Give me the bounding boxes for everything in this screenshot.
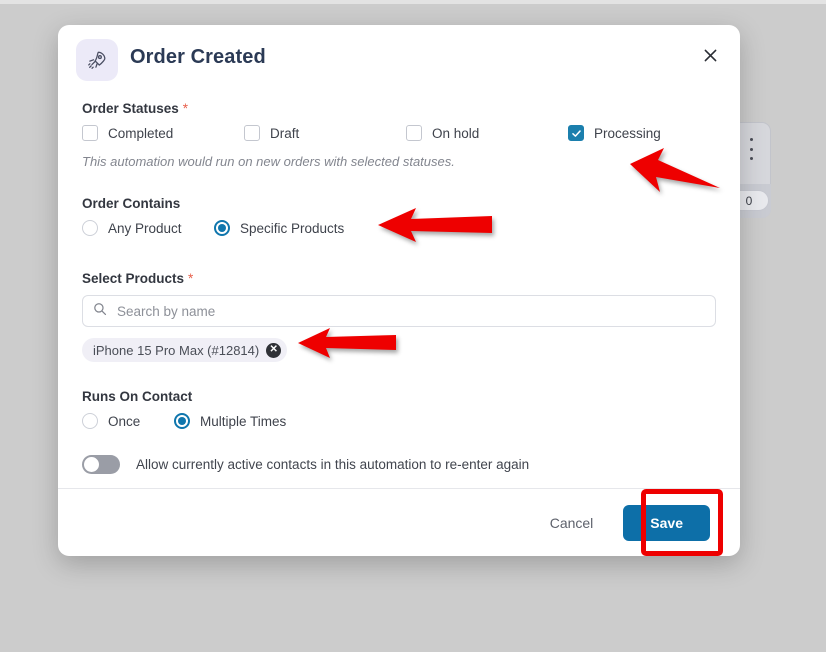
- radio-circle-multiple-times[interactable]: [174, 413, 190, 429]
- checkbox-completed[interactable]: Completed: [82, 125, 173, 141]
- modal-header: Order Created: [58, 25, 740, 101]
- top-strip: [0, 0, 826, 4]
- checkbox-box-on-hold[interactable]: [406, 125, 422, 141]
- checkbox-on-hold[interactable]: On hold: [406, 125, 479, 141]
- order-contains-label: Order Contains: [82, 196, 181, 211]
- checkbox-label-draft: Draft: [270, 125, 300, 141]
- cancel-button[interactable]: Cancel: [550, 515, 594, 531]
- radio-specific-products[interactable]: Specific Products: [214, 220, 344, 236]
- checkbox-box-completed[interactable]: [82, 125, 98, 141]
- radio-label-any-product: Any Product: [108, 220, 182, 236]
- checkbox-label-on-hold: On hold: [432, 125, 480, 141]
- product-chip: iPhone 15 Pro Max (#12814) ✕: [82, 338, 288, 362]
- checkbox-processing[interactable]: Processing: [568, 125, 661, 141]
- modal-footer: Cancel Save: [58, 488, 740, 556]
- close-icon[interactable]: [696, 41, 724, 69]
- search-input-wrapper[interactable]: [82, 295, 716, 327]
- radio-label-specific-products: Specific Products: [240, 220, 345, 236]
- search-input[interactable]: [115, 302, 679, 320]
- runs-on-contact-options: Once Multiple Times: [82, 413, 716, 433]
- radio-label-once: Once: [108, 413, 141, 429]
- order-statuses-options: Completed Draft On hold Processing: [82, 125, 716, 145]
- order-statuses-label: Order Statuses *: [82, 101, 189, 116]
- checkbox-box-processing[interactable]: [568, 125, 584, 141]
- selected-products-list: iPhone 15 Pro Max (#12814) ✕: [82, 338, 716, 362]
- re-enter-toggle-label: Allow currently active contacts in this …: [136, 457, 530, 472]
- kebab-menu-icon[interactable]: [749, 138, 753, 160]
- checkbox-box-draft[interactable]: [244, 125, 260, 141]
- required-marker: *: [182, 101, 189, 116]
- save-button[interactable]: Save: [623, 504, 710, 541]
- required-marker-products: *: [188, 271, 194, 286]
- select-products-label: Select Products *: [82, 271, 194, 286]
- radio-multiple-times[interactable]: Multiple Times: [174, 413, 286, 429]
- runs-on-contact-label: Runs On Contact: [82, 389, 193, 404]
- rocket-icon: [76, 39, 118, 81]
- checkbox-label-completed: Completed: [108, 125, 174, 141]
- checkbox-label-processing: Processing: [594, 125, 661, 141]
- toggle-knob: [84, 457, 99, 472]
- order-statuses-hint: This automation would run on new orders …: [82, 154, 455, 169]
- close-circle-icon[interactable]: ✕: [266, 342, 282, 358]
- checkbox-draft[interactable]: Draft: [244, 125, 299, 141]
- radio-label-multiple-times: Multiple Times: [200, 413, 287, 429]
- order-contains-options: Any Product Specific Products: [82, 220, 716, 240]
- radio-circle-once[interactable]: [82, 413, 98, 429]
- page-background: 0 Order Created Order Statuses * Complet…: [0, 0, 826, 652]
- page-title: Order Created: [130, 46, 266, 68]
- product-chip-label: iPhone 15 Pro Max (#12814): [93, 342, 260, 358]
- order-created-modal: Order Created Order Statuses* Completed: [58, 25, 740, 556]
- modal-body: Order Statuses* Completed Draft On hold: [58, 101, 740, 487]
- re-enter-toggle[interactable]: [82, 455, 120, 474]
- radio-circle-specific-products[interactable]: [214, 220, 230, 236]
- re-enter-toggle-row: Allow currently active contacts in this …: [82, 455, 716, 474]
- search-icon: [93, 302, 107, 321]
- radio-once[interactable]: Once: [82, 413, 140, 429]
- radio-circle-any-product[interactable]: [82, 220, 98, 236]
- radio-any-product[interactable]: Any Product: [82, 220, 182, 236]
